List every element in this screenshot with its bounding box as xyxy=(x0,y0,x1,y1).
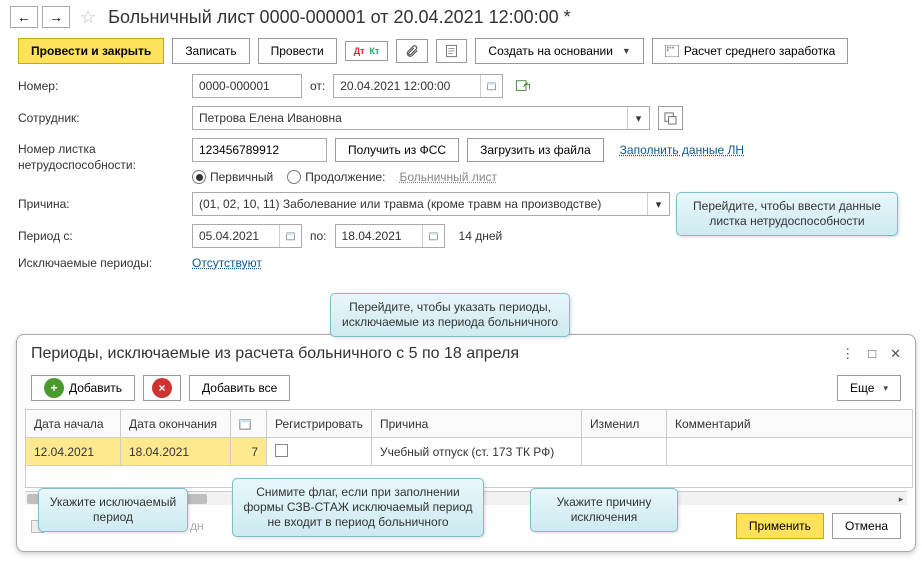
period-to-input[interactable]: 18.04.2021 xyxy=(335,224,445,248)
table-row[interactable]: 12.04.2021 18.04.2021 7 Учебный отпуск (… xyxy=(26,438,913,466)
employee-open-button[interactable] xyxy=(658,106,683,130)
col-changed[interactable]: Изменил xyxy=(582,410,667,438)
panel-title: Периоды, исключаемые из расчета больничн… xyxy=(31,345,841,363)
create-based-button[interactable]: Создать на основании▼ xyxy=(475,38,643,64)
attach-button[interactable] xyxy=(396,39,428,63)
refresh-icon[interactable] xyxy=(511,75,533,97)
callout-excl: Перейдите, чтобы указать периоды, исключ… xyxy=(330,293,570,337)
callout-fill-ln: Перейдите, чтобы ввести данные листка не… xyxy=(676,192,898,236)
callout-reason: Укажите причину исключения xyxy=(530,488,678,532)
calendar-icon[interactable] xyxy=(279,225,301,247)
avg-earnings-button[interactable]: Расчет среднего заработка xyxy=(652,38,849,64)
callout-period: Укажите исключаемый период xyxy=(38,488,188,532)
get-fss-button[interactable]: Получить из ФСС xyxy=(335,138,459,162)
apply-button[interactable]: Применить xyxy=(736,513,824,539)
dropdown-icon[interactable]: ▾ xyxy=(627,107,649,129)
sheet-no-input[interactable] xyxy=(192,138,327,162)
panel-menu-icon[interactable]: ⋮ xyxy=(841,346,854,362)
delete-button[interactable]: × xyxy=(143,375,181,401)
more-button[interactable]: Еще▾ xyxy=(837,375,901,401)
x-icon: × xyxy=(152,378,172,398)
dropdown-icon[interactable]: ▾ xyxy=(647,193,669,215)
add-all-button[interactable]: Добавить все xyxy=(189,375,290,401)
callout-flag: Снимите флаг, если при заполнении формы … xyxy=(232,478,484,537)
sheet-no-label: Номер листка нетрудоспособности: xyxy=(18,138,184,173)
calendar-icon[interactable] xyxy=(422,225,444,247)
favorite-icon[interactable]: ☆ xyxy=(80,7,96,28)
load-file-button[interactable]: Загрузить из файла xyxy=(467,138,604,162)
write-button[interactable]: Записать xyxy=(172,38,249,64)
back-button[interactable]: ← xyxy=(10,6,38,28)
number-label: Номер: xyxy=(18,79,184,93)
post-button[interactable]: Провести xyxy=(258,38,337,64)
add-button[interactable]: + Добавить xyxy=(31,375,135,401)
period-from-input[interactable]: 05.04.2021 xyxy=(192,224,302,248)
page-title: Больничный лист 0000-000001 от 20.04.202… xyxy=(108,7,571,28)
post-and-close-button[interactable]: Провести и закрыть xyxy=(18,38,164,64)
fill-ln-link[interactable]: Заполнить данные ЛН xyxy=(620,143,744,157)
calendar-icon[interactable] xyxy=(480,75,502,97)
employee-label: Сотрудник: xyxy=(18,111,184,125)
excl-periods-label: Исключаемые периоды: xyxy=(18,256,184,270)
col-end[interactable]: Дата окончания xyxy=(121,410,231,438)
col-start[interactable]: Дата начала xyxy=(26,410,121,438)
col-reason[interactable]: Причина xyxy=(372,410,582,438)
col-register[interactable]: Регистрировать xyxy=(267,410,372,438)
checkbox[interactable] xyxy=(275,444,288,457)
reason-label: Причина: xyxy=(18,197,184,211)
register-cell[interactable] xyxy=(267,438,372,466)
period-from-label: Период с: xyxy=(18,229,184,243)
cont-link: Больничный лист xyxy=(399,170,497,184)
forward-button[interactable]: → xyxy=(42,6,70,28)
employee-input[interactable]: Петрова Елена Ивановна ▾ xyxy=(192,106,650,130)
duration-text: 14 дней xyxy=(459,229,503,243)
from-label: от: xyxy=(310,79,325,93)
date-input[interactable]: 20.04.2021 12:00:00 xyxy=(333,74,503,98)
excl-periods-link[interactable]: Отсутствуют xyxy=(192,256,262,270)
excluded-periods-table: Дата начала Дата окончания Регистрироват… xyxy=(25,409,913,488)
panel-max-icon[interactable]: □ xyxy=(868,346,876,362)
primary-radio[interactable]: Первичный xyxy=(192,170,273,184)
dt-kt-button[interactable]: ДтКт xyxy=(345,41,389,61)
continuation-radio[interactable]: Продолжение: xyxy=(287,170,385,184)
close-icon[interactable]: ✕ xyxy=(890,346,901,362)
document-button[interactable] xyxy=(436,39,467,63)
reason-select[interactable]: (01, 02, 10, 11) Заболевание или травма … xyxy=(192,192,670,216)
plus-icon: + xyxy=(44,378,64,398)
col-comment[interactable]: Комментарий xyxy=(667,410,913,438)
number-input[interactable]: 0000-000001 xyxy=(192,74,302,98)
col-cal-icon[interactable] xyxy=(231,410,267,438)
cancel-button[interactable]: Отмена xyxy=(832,513,901,539)
po-label: по: xyxy=(310,229,327,243)
